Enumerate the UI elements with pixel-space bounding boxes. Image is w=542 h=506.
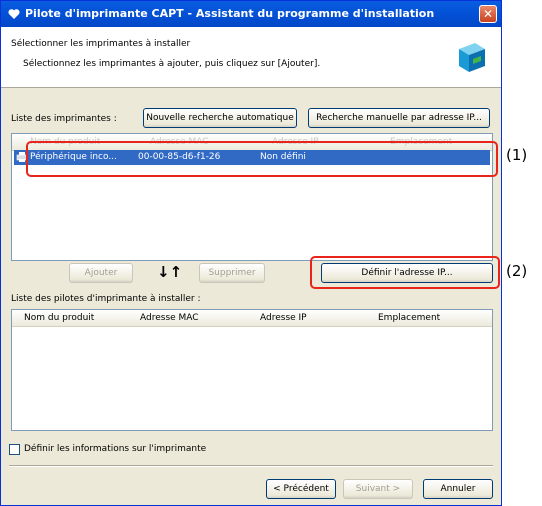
remove-button[interactable]: Supprimer	[199, 263, 265, 283]
window-title: Pilote d'imprimante CAPT - Assistant du …	[25, 7, 435, 20]
title-bar[interactable]: Pilote d'imprimante CAPT - Assistant du …	[1, 1, 501, 27]
callout-box-2	[310, 256, 500, 289]
manual-search-button[interactable]: Recherche manuelle par adresse IP...	[308, 108, 490, 128]
move-arrows-icon: ↓↑	[157, 263, 183, 281]
callout-box-1	[26, 141, 498, 177]
column-mac-address[interactable]: Adresse MAC	[140, 313, 199, 323]
back-button[interactable]: < Précédent	[266, 479, 336, 499]
callout-label-2: (2)	[506, 262, 528, 280]
printer-logo-icon	[459, 43, 485, 72]
wizard-header: Sélectionner les imprimantes à installer…	[1, 27, 501, 88]
divider	[9, 465, 493, 467]
close-button[interactable]: ✕	[479, 5, 497, 23]
cancel-button[interactable]: Annuler	[423, 479, 493, 499]
auto-search-button[interactable]: Nouvelle recherche automatique	[143, 108, 297, 128]
printer-list-label: Liste des imprimantes :	[11, 114, 117, 124]
add-button[interactable]: Ajouter	[69, 263, 133, 283]
install-list-header: Nom du produit Adresse MAC Adresse IP Em…	[12, 310, 492, 327]
header-title: Sélectionner les imprimantes à installer	[11, 39, 191, 49]
printer-info-checkbox[interactable]	[9, 444, 20, 455]
column-ip-address[interactable]: Adresse IP	[260, 313, 307, 323]
header-subtitle: Sélectionnez les imprimantes à ajouter, …	[23, 59, 321, 69]
close-icon: ✕	[482, 7, 494, 21]
printer-heart-icon	[8, 9, 20, 19]
install-listview[interactable]: Nom du produit Adresse MAC Adresse IP Em…	[11, 309, 493, 431]
printer-info-checkbox-label[interactable]: Définir les informations sur l'imprimant…	[24, 444, 206, 454]
callout-label-1: (1)	[506, 146, 528, 164]
install-list-label: Liste des pilotes d'imprimante à install…	[11, 294, 201, 304]
installer-window: Pilote d'imprimante CAPT - Assistant du …	[0, 0, 502, 506]
column-product-name[interactable]: Nom du produit	[24, 313, 94, 323]
next-button[interactable]: Suivant >	[343, 479, 413, 499]
column-location[interactable]: Emplacement	[378, 313, 440, 323]
